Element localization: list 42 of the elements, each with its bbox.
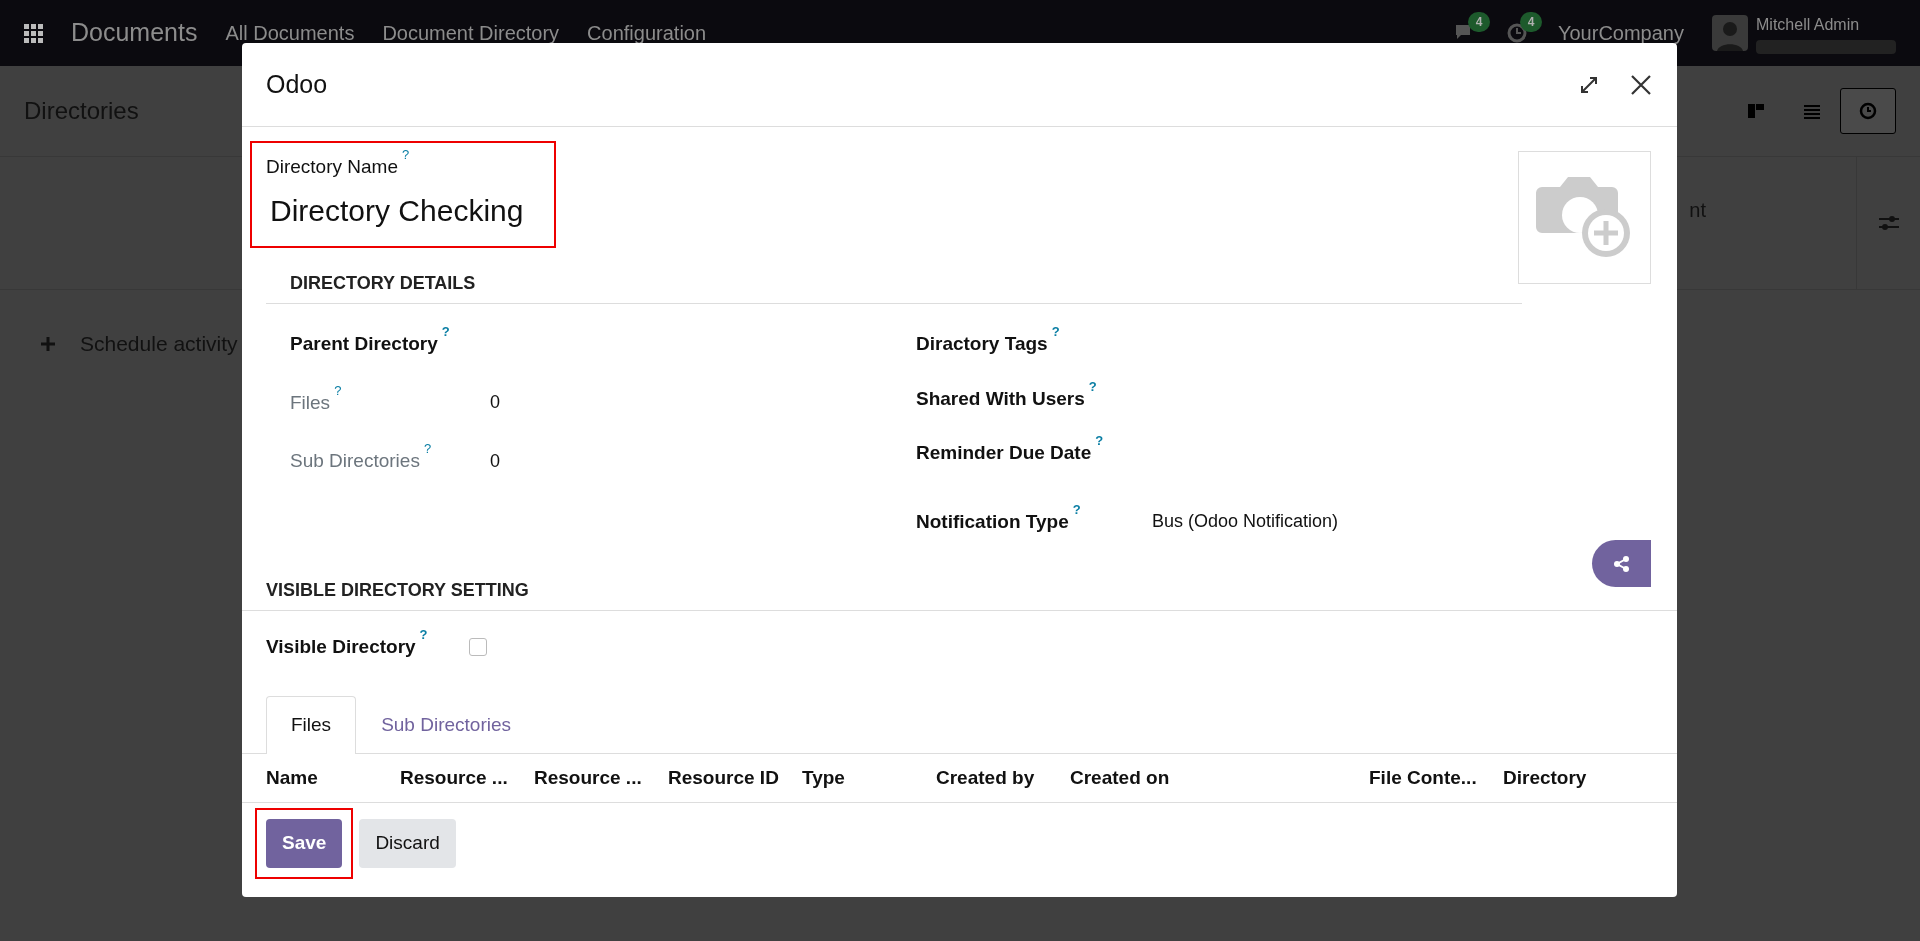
share-button[interactable] [1592, 540, 1651, 587]
count-badge: 4 [1468, 12, 1491, 33]
help-tooltip[interactable]: ? [423, 441, 432, 457]
column-header[interactable]: Name [266, 766, 318, 788]
app-title[interactable]: Documents [71, 14, 198, 52]
apps-grid-icon[interactable] [24, 23, 43, 43]
column-header[interactable]: Created by [936, 766, 1035, 788]
dialog-title: Odoo [266, 68, 328, 100]
help-tooltip[interactable]: ? [402, 147, 410, 163]
section-title: DIRECTORY DETAILS [266, 262, 1522, 304]
help-tooltip[interactable]: ? [1095, 433, 1104, 449]
clock-view-icon [1857, 100, 1879, 122]
checkbox[interactable] [469, 638, 487, 657]
column-header[interactable]: Resource ... [400, 766, 508, 788]
expand-icon[interactable] [1579, 74, 1599, 95]
field-value: 0 [490, 391, 500, 415]
avatar-icon[interactable] [1712, 15, 1748, 51]
column-header[interactable]: Directory [1503, 766, 1587, 788]
help-tooltip[interactable]: ? [441, 324, 450, 340]
sliders-icon[interactable] [1877, 215, 1900, 231]
help-tooltip[interactable]: ? [419, 627, 428, 643]
name-input[interactable]: Directory Checking [266, 187, 540, 233]
photo-upload[interactable] [1518, 151, 1651, 284]
help-tooltip[interactable]: ? [1051, 324, 1060, 340]
column-header[interactable]: Created on [1070, 766, 1170, 788]
column-header[interactable]: File Conte... [1369, 766, 1477, 788]
user-name[interactable]: Mitchell Admin [1756, 12, 1896, 37]
column-header[interactable]: Resource ID [668, 766, 779, 788]
close-icon[interactable] [1629, 72, 1653, 97]
discard-button[interactable]: Discard [359, 819, 456, 868]
plus-icon[interactable] [40, 335, 56, 352]
field-value: 0 [490, 449, 500, 473]
view-toggle[interactable] [1840, 88, 1896, 134]
tab[interactable]: Files [266, 695, 357, 754]
count-badge: 4 [1520, 12, 1543, 33]
column-header[interactable]: Resource ... [534, 766, 642, 788]
save-button[interactable]: Save [266, 819, 343, 868]
section-title: VISIBLE DIRECTORY SETTING [242, 577, 1677, 611]
field-value: Bus (Odoo Notification) [1152, 510, 1339, 534]
share-icon [1612, 554, 1631, 573]
tab[interactable]: Sub Directories [356, 695, 536, 753]
column-header[interactable]: Type [802, 766, 845, 788]
